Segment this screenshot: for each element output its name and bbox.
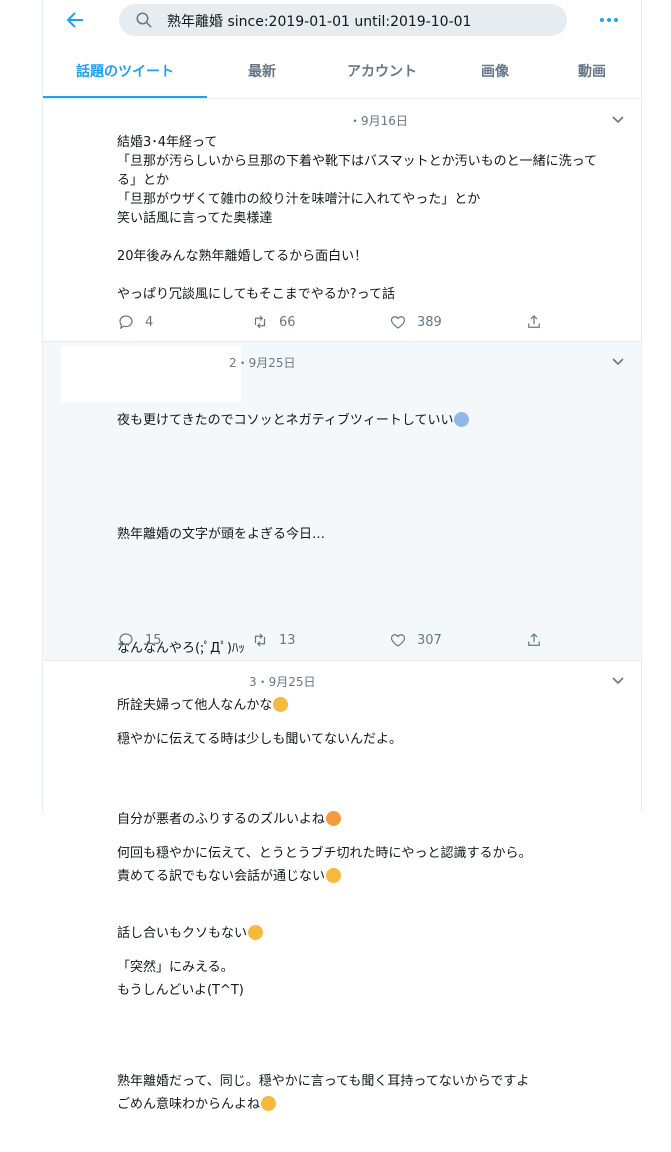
share-icon: [528, 315, 540, 328]
tweet-line: 穏やかに伝えてる時は少しも聞いてないんだよ。: [117, 732, 402, 747]
retweet-count: 66: [279, 314, 296, 330]
heart-icon: [390, 316, 406, 329]
search-query[interactable]: 熟年離婚 since:2019-01-01 until:2019-10-01: [167, 11, 471, 31]
tweet[interactable]: 2・9月25日 夜も更けてきたのでコソッとネガティブツィートしていい 熟年離婚の…: [43, 342, 641, 1112]
retweet-button[interactable]: 13: [251, 629, 296, 651]
tweet-line: 熟年離婚の文字が頭をよぎる今日…: [117, 527, 326, 542]
reply-icon: [119, 633, 133, 648]
search-box[interactable]: 熟年離婚 since:2019-01-01 until:2019-10-01: [119, 4, 567, 36]
like-button[interactable]: 307: [389, 629, 442, 651]
reply-count: 4: [145, 314, 154, 330]
retweet-icon: [254, 315, 266, 329]
tweet-date[interactable]: 3・9月25日: [249, 673, 316, 690]
share-icon: [528, 633, 540, 646]
tweet-line: 何回も穏やかに伝えて、とうとうブチ切れた時にやっと認識するから。: [117, 846, 532, 861]
timeline-column: 熟年離婚 since:2019-01-01 until:2019-10-01 話…: [42, 0, 642, 1112]
tweet-date[interactable]: ・9月16日: [349, 112, 408, 129]
like-count: 307: [417, 632, 442, 648]
tweet-text: 結婚3･4年経って 「旦那が汚らしいから旦那の下着や靴下はバスマットとか汚いもの…: [117, 135, 597, 302]
chevron-down-icon[interactable]: [611, 113, 625, 127]
like-button[interactable]: 389: [389, 311, 442, 333]
heart-icon: [390, 634, 406, 647]
tweet-line: 夜も更けてきたのでコソッとネガティブツィートしていい: [117, 411, 627, 430]
reply-button[interactable]: 4: [117, 311, 153, 333]
share-button[interactable]: [525, 311, 543, 333]
tab-images[interactable]: 画像: [447, 48, 543, 96]
sweat-emoji-icon: [454, 412, 470, 427]
share-button[interactable]: [525, 629, 543, 651]
tab-latest[interactable]: 最新: [207, 48, 317, 96]
chevron-down-icon[interactable]: [611, 674, 625, 688]
back-arrow-icon[interactable]: [63, 8, 87, 32]
tweet-line: [117, 468, 627, 487]
reply-count: 15: [145, 632, 162, 648]
tab-top[interactable]: 話題のツイート: [43, 48, 207, 98]
tweet-actions: 4 66 389: [117, 311, 557, 333]
search-tabs: 話題のツイート 最新 アカウント 画像 動画: [43, 48, 641, 99]
more-dots-icon[interactable]: [597, 8, 621, 32]
tweet[interactable]: ・9月16日 結婚3･4年経って 「旦那が汚らしいから旦那の下着や靴下はバスマッ…: [43, 99, 641, 342]
tweet[interactable]: 3・9月25日 穏やかに伝えてる時は少しも聞いてないんだよ。 何回も穏やかに伝え…: [43, 661, 641, 1089]
tweet-actions: 15 13 307: [117, 629, 557, 651]
tab-accounts[interactable]: アカウント: [317, 48, 447, 96]
tweet-date[interactable]: 2・9月25日: [229, 354, 296, 371]
search-header: 熟年離婚 since:2019-01-01 until:2019-10-01: [43, 0, 641, 40]
tweet-line: [117, 901, 627, 920]
tweet-line: [117, 1015, 627, 1034]
tweet-text: 穏やかに伝えてる時は少しも聞いてないんだよ。 何回も穏やかに伝えて、とうとうブチ…: [117, 692, 627, 1129]
search-icon: [136, 12, 152, 28]
retweet-count: 13: [279, 632, 296, 648]
tweet-line: [117, 787, 627, 806]
like-count: 389: [417, 314, 442, 330]
chevron-down-icon[interactable]: [611, 355, 625, 369]
tab-videos[interactable]: 動画: [543, 48, 641, 96]
retweet-icon: [254, 633, 266, 647]
tweet-line: 熟年離婚だって、同じ。穏やかに言っても聞く耳持ってないからですよ: [117, 1074, 530, 1089]
tweet-line: 「突然」にみえる。: [117, 960, 234, 975]
reply-button[interactable]: 15: [117, 629, 162, 651]
retweet-button[interactable]: 66: [251, 311, 296, 333]
tweet-line: [117, 582, 627, 601]
reply-icon: [119, 315, 133, 330]
